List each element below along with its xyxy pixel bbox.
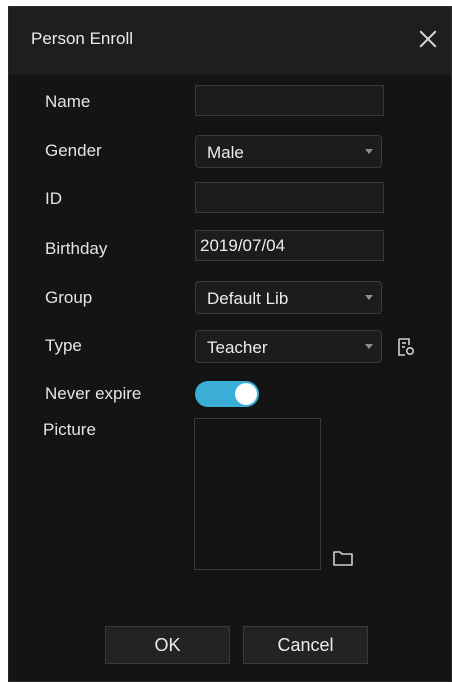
ok-button[interactable]: OK	[105, 626, 230, 664]
group-selected-value: Default Lib	[207, 289, 289, 308]
chevron-down-icon	[365, 344, 373, 349]
picture-label: Picture	[43, 420, 96, 439]
toggle-knob	[235, 383, 257, 405]
gender-label: Gender	[45, 141, 102, 160]
never-expire-label: Never expire	[45, 384, 142, 403]
gender-select[interactable]: Male	[195, 135, 382, 168]
type-label: Type	[45, 336, 82, 355]
never-expire-toggle[interactable]	[195, 381, 259, 407]
close-icon[interactable]	[415, 26, 441, 52]
type-manage-icon[interactable]	[396, 337, 416, 357]
picture-preview	[194, 418, 321, 570]
person-enroll-dialog: Person Enroll Name Gender Male ID Birthd…	[8, 6, 452, 682]
chevron-down-icon	[365, 149, 373, 154]
birthday-field[interactable]	[195, 230, 384, 261]
name-field[interactable]	[195, 85, 384, 116]
group-select[interactable]: Default Lib	[195, 281, 382, 314]
type-selected-value: Teacher	[207, 338, 268, 357]
dialog-title-bar: Person Enroll	[9, 7, 451, 76]
dialog-title: Person Enroll	[31, 29, 134, 48]
gender-selected-value: Male	[207, 143, 244, 162]
id-label: ID	[45, 189, 62, 208]
cancel-button[interactable]: Cancel	[243, 626, 368, 664]
group-label: Group	[45, 288, 93, 307]
chevron-down-icon	[365, 295, 373, 300]
name-label: Name	[45, 92, 91, 111]
folder-icon[interactable]	[332, 549, 354, 567]
type-select[interactable]: Teacher	[195, 330, 382, 363]
birthday-label: Birthday	[45, 239, 108, 258]
id-field[interactable]	[195, 182, 384, 213]
